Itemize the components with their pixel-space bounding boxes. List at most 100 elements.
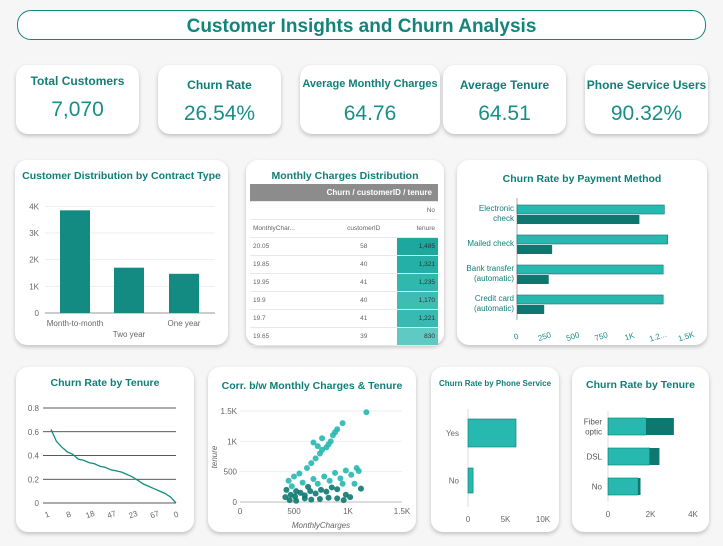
y-tick-label: (automatic) (474, 274, 514, 283)
payment-method-card: Churn Rate by Payment Method 0 250 500 750 1… (457, 160, 707, 345)
table-cell: 41 (330, 309, 397, 328)
internet-tenure-card: Churn Rate by Tenure Fiber optic DSL No 0 2K 4… (572, 367, 709, 532)
x-tick-label: 18 (84, 509, 96, 521)
scatter-point (286, 497, 293, 504)
y-tick-label: DSL (586, 453, 602, 462)
bar (517, 275, 549, 284)
table-subheader: No (396, 201, 438, 220)
scatter-point (328, 484, 335, 491)
scatter-point (305, 483, 312, 490)
table-cell: 19.85 (250, 255, 331, 274)
y-tick-label: No (449, 477, 460, 486)
x-tick-label: 8 (65, 509, 73, 519)
table-cell: 19.95 (250, 273, 331, 292)
y-tick-label: (automatic) (474, 304, 514, 313)
scatter-point (288, 483, 295, 490)
kpi-label: Average Tenure (459, 78, 550, 92)
kpi-value: 7,070 (51, 98, 104, 121)
scatter-point (312, 490, 319, 497)
x-tick-label: 10K (536, 515, 551, 524)
scatter-point (334, 426, 341, 433)
x-tick-label: 1K (343, 507, 353, 516)
bar (114, 267, 144, 313)
scatter-point (285, 477, 292, 484)
table-cell: 40 (330, 291, 397, 310)
y-tick-label: 0 (35, 499, 40, 508)
y-tick-label: Bank transfer (466, 264, 514, 273)
scatter-point (334, 486, 341, 493)
churn-tenure-line-chart: 00.20.40.60.81 8 18 47 23 67 0 (28, 404, 180, 521)
scatter-point (310, 475, 317, 482)
scatter-point (357, 485, 364, 492)
bar (517, 245, 553, 254)
table-cell: 58 (330, 237, 397, 256)
table-row: 20.05 58 1,485 (250, 237, 438, 256)
table-cell: 41 (330, 273, 397, 292)
x-tick-label: 500 (287, 507, 301, 516)
bar (638, 478, 641, 495)
scatter-point (339, 480, 346, 487)
phone-service-chart: Yes No 0 5K 10K (446, 409, 551, 524)
y-tick-label: 1K (227, 437, 237, 446)
scatter-point (308, 460, 315, 467)
scatter-point (293, 488, 300, 495)
dashboard-title: Customer Insights and Churn Analysis (17, 10, 706, 40)
scatter-point (326, 477, 333, 484)
scatter-point (321, 473, 328, 480)
scatter-point (319, 435, 326, 442)
table-cell: 19.9 (250, 291, 331, 310)
y-tick-label: Credit card (475, 294, 514, 303)
y-tick-label: 0.4 (28, 452, 40, 461)
x-tick-label: One year (168, 319, 201, 328)
y-tick-label: 2K (29, 256, 39, 265)
kpi-label: Phone Service Users (586, 78, 707, 92)
y-tick-label: 4K (29, 202, 39, 211)
bar (516, 204, 665, 215)
chart-title: Monthly Charges Distribution (271, 170, 419, 182)
y-tick-label: 0.6 (28, 428, 40, 437)
x-tick-label: Two year (113, 330, 146, 339)
y-tick-label: Electronic (479, 204, 514, 213)
table-row: 19.9 40 1,170 (250, 291, 438, 310)
y-tick-label: Fiber (584, 418, 603, 427)
scatter-point (318, 486, 324, 493)
x-tick-label: 23 (127, 509, 139, 521)
x-tick-label: Month-to-month (47, 319, 103, 328)
kpi-avg-tenure: Average Tenure 64.51 (443, 65, 566, 134)
scatter-card: Corr. b/w Monthly Charges & Tenure 0 500 1… (208, 367, 416, 532)
bar (516, 264, 664, 275)
scatter-point (339, 420, 346, 427)
bar (607, 477, 639, 496)
bar (517, 215, 640, 224)
x-tick-label: 0 (606, 510, 611, 519)
x-tick-label: 250 (537, 330, 553, 343)
payment-method-chart: 0 250 500 750 1K 1.2... 1.5K Electroniccheck Mai… (466, 198, 696, 344)
scatter-point (283, 486, 290, 493)
scatter-point (347, 494, 354, 501)
kpi-value: 64.76 (343, 102, 397, 125)
y-tick-label: 500 (224, 468, 238, 477)
table-cell: 19.65 (250, 327, 331, 346)
x-tick-label: 750 (593, 330, 609, 343)
kpi-label: Total Customers (30, 74, 125, 88)
charges-tenure-scatter: 0 500 1K 1.5K 0 500 1K 1.5K MonthlyCharges tenure (210, 407, 411, 530)
y-tick-label: No (592, 483, 603, 492)
scatter-point (337, 475, 344, 482)
x-tick-label: 67 (149, 509, 161, 521)
bar (516, 294, 664, 305)
x-tick-label: 0 (238, 507, 243, 516)
bar (467, 418, 517, 448)
x-tick-label: 2K (646, 510, 656, 519)
scatter-point (299, 479, 306, 486)
internet-tenure-chart: Fiberoptic DSL No 0 2K 4K (584, 411, 699, 519)
bar (467, 467, 474, 494)
scatter-point (296, 470, 303, 477)
x-tick-label: 500 (565, 330, 581, 343)
x-tick-label: 47 (106, 509, 118, 521)
table-cell: 40 (330, 255, 397, 274)
x-tick-label: 1K (624, 331, 637, 343)
kpi-total-customers: Total Customers 7,070 (16, 65, 139, 134)
column-header: MonthlyChar... (250, 219, 331, 238)
scatter-point (314, 480, 321, 487)
x-tick-label: 0 (466, 515, 471, 524)
